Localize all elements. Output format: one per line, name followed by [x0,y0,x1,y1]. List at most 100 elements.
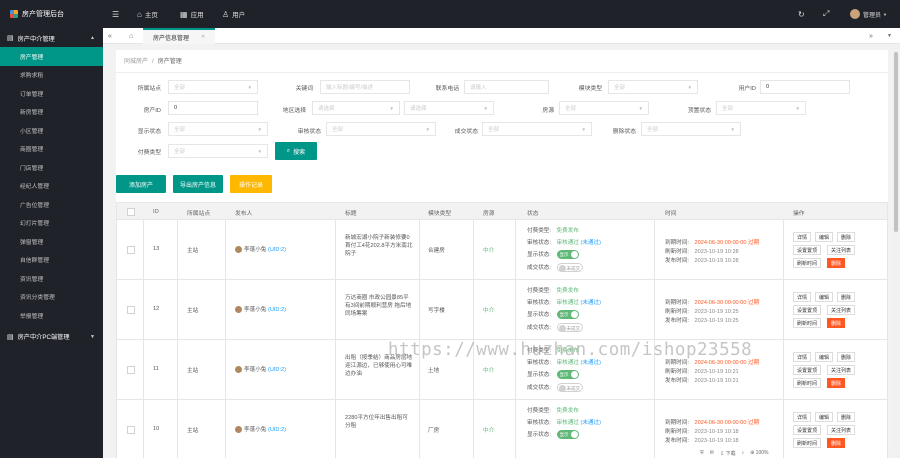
source-select[interactable]: 全部 ▼ [559,101,649,115]
show-toggle[interactable]: 显示 [556,430,579,440]
area-select-1[interactable]: 请选择 ▼ [312,101,400,115]
deal-toggle[interactable]: 未成交 [556,323,583,333]
sidebar-item[interactable]: 广告位管理 [0,195,103,214]
sidebar-item[interactable]: 举报管理 [0,306,103,325]
row-checkbox[interactable] [127,306,135,314]
site-select[interactable]: 全部 ▼ [168,80,258,94]
edit-button[interactable]: 编辑 [815,292,834,302]
house-id-input[interactable]: 0 [168,101,258,115]
follow-list-button[interactable]: 关注列表 [827,305,856,315]
detail-button[interactable]: 详情 [793,232,812,242]
add-house-button[interactable]: 添加房产 [116,175,166,193]
top-status-select[interactable]: 全部 ▼ [716,101,806,115]
menu-toggle[interactable]: ☰ [112,0,122,28]
row-publisher[interactable]: 李蓬小兔 (UID:2) [235,365,286,374]
tabs-scroll-left[interactable]: « [108,28,112,44]
edit-button[interactable]: 编辑 [815,412,834,422]
set-top-button[interactable]: 设置置顶 [793,245,822,255]
page-scrollbar[interactable] [893,44,899,450]
download-icon[interactable]: ⇩ 下载 [720,450,736,457]
row-checkbox[interactable] [127,246,135,254]
delete-button[interactable]: 删除 [827,438,846,448]
sidebar-item[interactable]: 新房管理 [0,103,103,122]
edit-button[interactable]: 编辑 [815,232,834,242]
show-toggle[interactable]: 显示 [556,310,579,320]
close-icon[interactable]: ✕ [201,34,205,40]
detail-button[interactable]: 详情 [793,412,812,422]
set-top-button[interactable]: 设置置顶 [793,365,822,375]
refresh-time-button[interactable]: 刷新时间 [793,378,822,388]
row-publisher[interactable]: 李蓬小兔 (UID:2) [235,245,286,254]
edit-button[interactable]: 编辑 [815,352,834,362]
tab-home[interactable]: ⌂ [129,28,133,44]
fullscreen-button[interactable]: ⤢ [823,0,829,28]
row-publisher[interactable]: 李蓬小兔 (UID:2) [235,305,286,314]
detail-button[interactable]: 详情 [793,292,812,302]
export-button[interactable]: 导出房产信息 [173,175,223,193]
show-status-select[interactable]: 全部 ▼ [168,122,268,136]
keyword-input[interactable]: 输入标题/编号/描述 [320,80,410,94]
deal-status-select[interactable]: 全部 ▼ [482,122,592,136]
row-title[interactable]: 万达商圈 市政公园景85平 有3间前期顺利营房 拖后地同场筹案 [345,294,413,318]
audit-status-select[interactable]: 全部 ▼ [326,122,436,136]
sidebar-group-house[interactable]: ▤ 房产中介管理 ▲ [0,29,103,47]
delete-top-button[interactable]: 删除 [837,292,856,302]
deal-toggle[interactable]: 未成交 [556,263,583,273]
follow-list-button[interactable]: 关注列表 [827,365,856,375]
row-title[interactable]: 2280平方位年出售出租可分租 [345,414,413,430]
refresh-time-button[interactable]: 刷新时间 [793,438,822,448]
set-top-button[interactable]: 设置置顶 [793,425,822,435]
follow-list-button[interactable]: 关注列表 [827,245,856,255]
delete-button[interactable]: 删除 [827,318,846,328]
sidebar-item[interactable]: 商圈管理 [0,140,103,159]
tab-house-info[interactable]: 房产信息管理 ✕ [143,28,216,44]
pay-type-select[interactable]: 全部 ▼ [168,144,268,158]
nav-user[interactable]: ♙ 用户 [222,0,245,28]
refresh-time-button[interactable]: 刷新时间 [793,258,822,268]
sidebar-item[interactable]: 自信群管理 [0,251,103,270]
delete-button[interactable]: 删除 [827,258,846,268]
user-menu[interactable]: 管理员 ▼ [850,0,887,28]
search-button[interactable]: ⌕ 搜索 [275,142,317,160]
area-select-2[interactable]: 请选择 ▼ [404,101,494,115]
tabs-scroll-right[interactable]: » [869,28,873,44]
deal-toggle[interactable]: 未成交 [556,383,583,393]
sidebar-item[interactable]: 资讯分类管理 [0,288,103,307]
breadcrumb-root[interactable]: 同城房产 [124,59,148,65]
refresh-time-button[interactable]: 刷新时间 [793,318,822,328]
delete-top-button[interactable]: 删除 [837,352,856,362]
nav-home[interactable]: ⌂ 主页 [137,0,158,28]
delete-button[interactable]: 删除 [827,378,846,388]
refresh-button[interactable]: ↻ [798,0,805,28]
sidebar-item[interactable]: 房产管理 [0,47,103,66]
row-checkbox[interactable] [127,366,135,374]
detail-button[interactable]: 详情 [793,352,812,362]
follow-list-button[interactable]: 关注列表 [827,425,856,435]
sidebar-item[interactable]: 资讯管理 [0,269,103,288]
brand[interactable]: 房产管理后台 [0,0,103,28]
sidebar-item[interactable]: 求购求租 [0,66,103,85]
sidebar-item[interactable]: 订单管理 [0,84,103,103]
row-checkbox[interactable] [127,426,135,434]
delete-top-button[interactable]: 删除 [837,232,856,242]
row-title[interactable]: 新城宏湖小院子新装修要0首付工4花202.8平方米南北院子 [345,234,413,258]
sidebar-item[interactable]: 幻灯片管理 [0,214,103,233]
row-publisher[interactable]: 李蓬小兔 (UID:2) [235,425,286,434]
tabs-menu[interactable]: ▼ [887,28,892,44]
phone-input[interactable]: 请输入 [464,80,549,94]
delete-status-select[interactable]: 全部 ▼ [641,122,741,136]
show-toggle[interactable]: 显示 [556,250,579,260]
nav-apps[interactable]: ▦ 应用 [180,0,204,28]
module-select[interactable]: 全部 ▼ [608,80,698,94]
sidebar-group-pc[interactable]: ▤ 房产中介PC端管理 ▼ [0,328,103,346]
uid-input[interactable]: 0 [760,80,850,94]
sidebar-item[interactable]: 经纪人管理 [0,177,103,196]
set-top-button[interactable]: 设置置顶 [793,305,822,315]
sidebar-item[interactable]: 门店管理 [0,158,103,177]
select-all-checkbox[interactable] [127,208,135,216]
zoom-icon[interactable]: ⊕ 100% [750,450,768,456]
delete-top-button[interactable]: 删除 [837,412,856,422]
operation-log-button[interactable]: 操作记录 [230,175,272,193]
sidebar-item[interactable]: 弹窗管理 [0,232,103,251]
show-toggle[interactable]: 显示 [556,370,579,380]
